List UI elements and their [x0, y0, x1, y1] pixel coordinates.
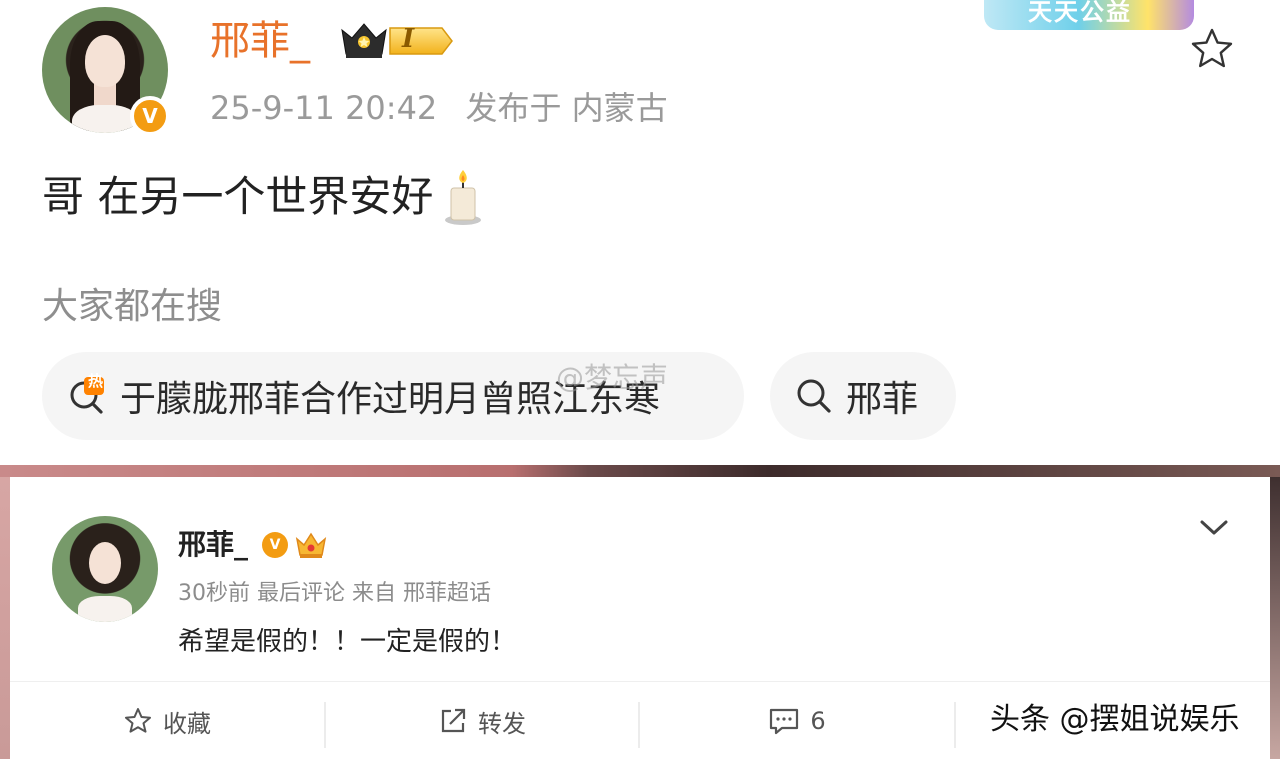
- photo-edge-left: [0, 477, 10, 759]
- weibo-post: 天天公益 V 邢菲_ I 25-9-11 20:42 发布于 内蒙古 哥 在另一…: [0, 0, 1280, 465]
- star-icon: [125, 708, 151, 733]
- post-content: 哥 在另一个世界安好: [42, 168, 485, 226]
- photo-edge-divider: [0, 465, 1280, 477]
- watermark: @梦忘声: [556, 361, 669, 394]
- favorite-label: 收藏: [163, 709, 211, 738]
- username[interactable]: 邢菲_: [178, 527, 248, 563]
- crown-icon: [341, 23, 453, 58]
- search-chip-text: 邢菲: [846, 379, 919, 420]
- hot-search-label: 大家都在搜: [42, 286, 223, 327]
- more-options-button[interactable]: [1196, 513, 1232, 543]
- repost-icon: [441, 708, 466, 733]
- favorite-star-button[interactable]: [1186, 24, 1238, 76]
- comment-meta: 30秒前 最后评论 来自 邢菲超话: [178, 581, 491, 606]
- post-text: 哥 在另一个世界安好: [42, 172, 434, 221]
- avatar[interactable]: [52, 516, 158, 622]
- search-chip[interactable]: 邢菲: [770, 352, 956, 440]
- promo-banner-text: 天天公益: [1028, 0, 1132, 26]
- crown-icon: [294, 531, 328, 559]
- verified-badge-icon: V: [262, 532, 288, 558]
- chevron-down-icon: [1200, 520, 1228, 535]
- candle-emoji-icon: [441, 168, 485, 226]
- source-watermark: 头条 @摆姐说娱乐: [990, 702, 1240, 737]
- post-timestamp: 25-9-11 20:42: [210, 89, 438, 127]
- star-icon: [1191, 28, 1233, 68]
- post-location: 发布于 内蒙古: [465, 89, 668, 127]
- repost-label: 转发: [478, 709, 526, 738]
- vip-level-badge[interactable]: I: [338, 20, 454, 62]
- comment-count: 6: [810, 707, 826, 735]
- hot-tag: 热: [88, 372, 104, 390]
- username[interactable]: 邢菲_: [210, 16, 310, 66]
- search-icon: [797, 379, 831, 413]
- photo-edge-right: [1270, 477, 1280, 759]
- divider: [954, 702, 956, 748]
- level-number: I: [402, 24, 415, 54]
- post-meta: 25-9-11 20:42 发布于 内蒙古: [210, 88, 668, 128]
- comment-button[interactable]: 6: [640, 682, 954, 759]
- comment-icon: [770, 708, 799, 735]
- promo-banner[interactable]: 天天公益: [984, 0, 1194, 30]
- verified-badge-icon: V: [130, 96, 170, 136]
- favorite-button[interactable]: 收藏: [10, 682, 324, 759]
- repost-button[interactable]: 转发: [326, 682, 638, 759]
- comment-text: 希望是假的！！一定是假的！: [178, 627, 517, 657]
